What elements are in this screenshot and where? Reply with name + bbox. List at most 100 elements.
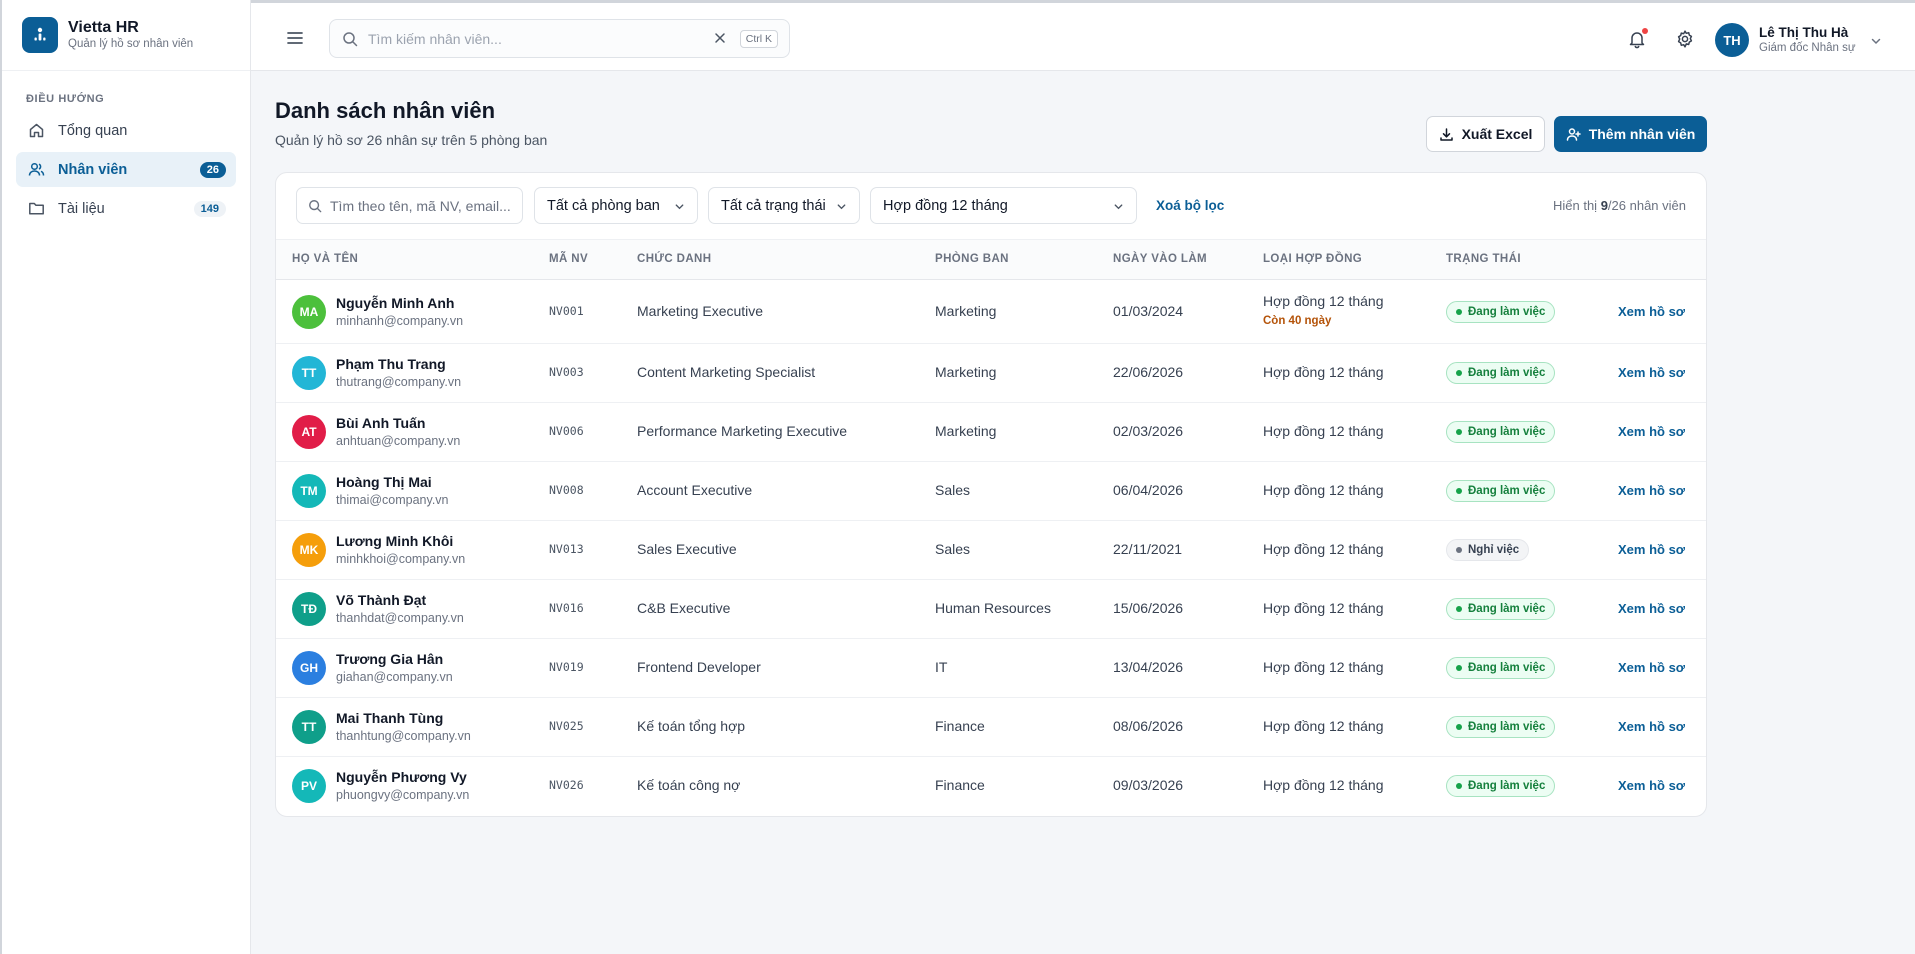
department-select-value: Tất cả phòng ban (547, 197, 660, 214)
table-row: TT Mai Thanh Tùng thanhtung@company.vn NV02… (276, 698, 1706, 757)
topbar: Ctrl K TH Lê Thị Thu Hà Giám đốc Nhân sự (251, 0, 1915, 71)
search-icon (342, 31, 358, 47)
status-label: Đang làm việc (1468, 426, 1546, 438)
status-badge: Đang làm việc (1446, 598, 1556, 620)
bell-icon[interactable] (1627, 28, 1648, 49)
status-dot-icon (1456, 309, 1462, 315)
table-row: PV Nguyễn Phương Vy phuongvy@company.vn NV0… (276, 757, 1706, 816)
users-icon (28, 161, 46, 179)
filter-bar: Tất cả phòng ban Tất cả trạng thái Hợp đ… (276, 173, 1706, 240)
column-header-status[interactable]: TRẠNG THÁI (1446, 253, 1521, 265)
column-header-contract[interactable]: LOẠI HỢP ĐỒNG (1263, 253, 1362, 265)
user-role: Giám đốc Nhân sự (1759, 41, 1856, 54)
export-excel-button[interactable]: Xuất Excel (1426, 116, 1545, 152)
job-title: Frontend Developer (637, 659, 761, 675)
column-header-name[interactable]: HỌ VÀ TÊN (292, 253, 358, 265)
table-header: HỌ VÀ TÊN MÃ NV CHỨC DANH PHÒNG BAN NGÀY… (276, 240, 1706, 280)
contract-type: Hợp đồng 12 tháng (1263, 423, 1384, 439)
contract-type: Hợp đồng 12 tháng (1263, 600, 1384, 616)
job-title: Marketing Executive (637, 303, 764, 319)
job-title: Account Executive (637, 482, 753, 498)
menu-toggle-icon[interactable] (285, 30, 305, 46)
contract-type: Hợp đồng 12 tháng (1263, 777, 1384, 793)
job-title: Kế toán công nợ (637, 777, 741, 793)
user-menu[interactable]: TH Lê Thị Thu Hà Giám đốc Nhân sự (1715, 22, 1882, 58)
view-profile-link[interactable]: Xem hồ sơ (1618, 304, 1685, 319)
employee-code: NV026 (549, 778, 584, 792)
job-title: Kế toán tổng hợp (637, 718, 746, 734)
avatar: TH (1715, 23, 1749, 57)
employee-name: Phạm Thu Trang (336, 356, 446, 372)
column-header-code[interactable]: MÃ NV (549, 253, 588, 265)
view-profile-link[interactable]: Xem hồ sơ (1618, 719, 1685, 734)
status-dot-icon (1456, 606, 1462, 612)
table-search (296, 187, 523, 224)
status-label: Đang làm việc (1468, 485, 1546, 497)
contract-remaining: Còn 40 ngày (1263, 315, 1332, 327)
sidebar-item-overview[interactable]: Tổng quan (16, 113, 236, 148)
nav-list: Tổng quan Nhân viên 26 Tài liệu 149 (2, 113, 250, 226)
chevron-down-icon (837, 204, 846, 210)
folder-icon (28, 200, 46, 218)
table-body: MA Nguyễn Minh Anh minhanh@company.vn NV001… (276, 280, 1706, 816)
status-label: Đang làm việc (1468, 662, 1546, 674)
contract-type: Hợp đồng 12 tháng (1263, 482, 1384, 498)
chevron-down-icon (675, 204, 684, 210)
brand-title: Vietta HR (68, 19, 139, 36)
status-select[interactable]: Tất cả trạng thái (708, 187, 860, 224)
status-badge: Đang làm việc (1446, 657, 1556, 679)
employee-name: Lương Minh Khôi (336, 533, 454, 549)
employee-code: NV003 (549, 365, 584, 379)
contract-type: Hợp đồng 12 tháng (1263, 718, 1384, 734)
view-profile-link[interactable]: Xem hồ sơ (1618, 778, 1685, 793)
contract-select[interactable]: Hợp đồng 12 tháng (870, 187, 1137, 224)
employee-email: minhkhoi@company.vn (336, 552, 466, 566)
view-profile-link[interactable]: Xem hồ sơ (1618, 542, 1685, 557)
user-name: Lê Thị Thu Hà (1759, 24, 1849, 40)
department: Marketing (935, 303, 997, 319)
view-profile-link[interactable]: Xem hồ sơ (1618, 660, 1685, 675)
sidebar-item-label: Tổng quan (58, 122, 128, 139)
employee-email: thimai@company.vn (336, 493, 449, 507)
view-profile-link[interactable]: Xem hồ sơ (1618, 601, 1685, 616)
sidebar-item-documents[interactable]: Tài liệu 149 (16, 191, 236, 226)
department: IT (935, 659, 948, 675)
home-icon (28, 122, 46, 140)
clear-filters-link[interactable]: Xoá bộ lọc (1156, 198, 1224, 213)
user-plus-icon (1566, 127, 1581, 141)
department: Human Resources (935, 600, 1051, 616)
employee-email: anhtuan@company.vn (336, 434, 461, 448)
employee-code: NV008 (549, 483, 584, 497)
view-profile-link[interactable]: Xem hồ sơ (1618, 424, 1685, 439)
department: Marketing (935, 364, 997, 380)
global-search-input[interactable] (368, 30, 708, 47)
column-header-start-date[interactable]: NGÀY VÀO LÀM (1113, 253, 1207, 265)
department: Sales (935, 482, 971, 498)
gear-icon[interactable] (1675, 29, 1695, 49)
close-icon[interactable] (713, 31, 727, 45)
employee-name: Hoàng Thị Mai (336, 474, 432, 490)
view-profile-link[interactable]: Xem hồ sơ (1618, 483, 1685, 498)
avatar: TT (292, 710, 326, 744)
job-title: C&B Executive (637, 600, 731, 616)
employee-name: Võ Thành Đạt (336, 592, 427, 608)
avatar: TM (292, 474, 326, 508)
employee-name: Nguyễn Phương Vy (336, 769, 467, 785)
view-profile-link[interactable]: Xem hồ sơ (1618, 365, 1685, 380)
start-date: 02/03/2026 (1113, 423, 1184, 439)
column-header-department[interactable]: PHÒNG BAN (935, 253, 1009, 265)
department-select[interactable]: Tất cả phòng ban (534, 187, 698, 224)
add-employee-button[interactable]: Thêm nhân viên (1554, 116, 1707, 152)
job-title: Sales Executive (637, 541, 737, 557)
page-subtitle: Quản lý hồ sơ 26 nhân sự trên 5 phòng ba… (275, 132, 548, 148)
sidebar-item-employees[interactable]: Nhân viên 26 (16, 152, 236, 187)
table-search-input[interactable] (330, 197, 510, 214)
column-header-title[interactable]: CHỨC DANH (637, 253, 711, 265)
brand: Vietta HR Quản lý hồ sơ nhân viên (2, 0, 250, 71)
export-excel-label: Xuất Excel (1461, 126, 1533, 142)
status-label: Đang làm việc (1468, 780, 1546, 792)
search-icon (309, 199, 322, 212)
count-badge: 149 (193, 201, 226, 217)
department: Finance (935, 718, 985, 734)
status-dot-icon (1456, 429, 1462, 435)
